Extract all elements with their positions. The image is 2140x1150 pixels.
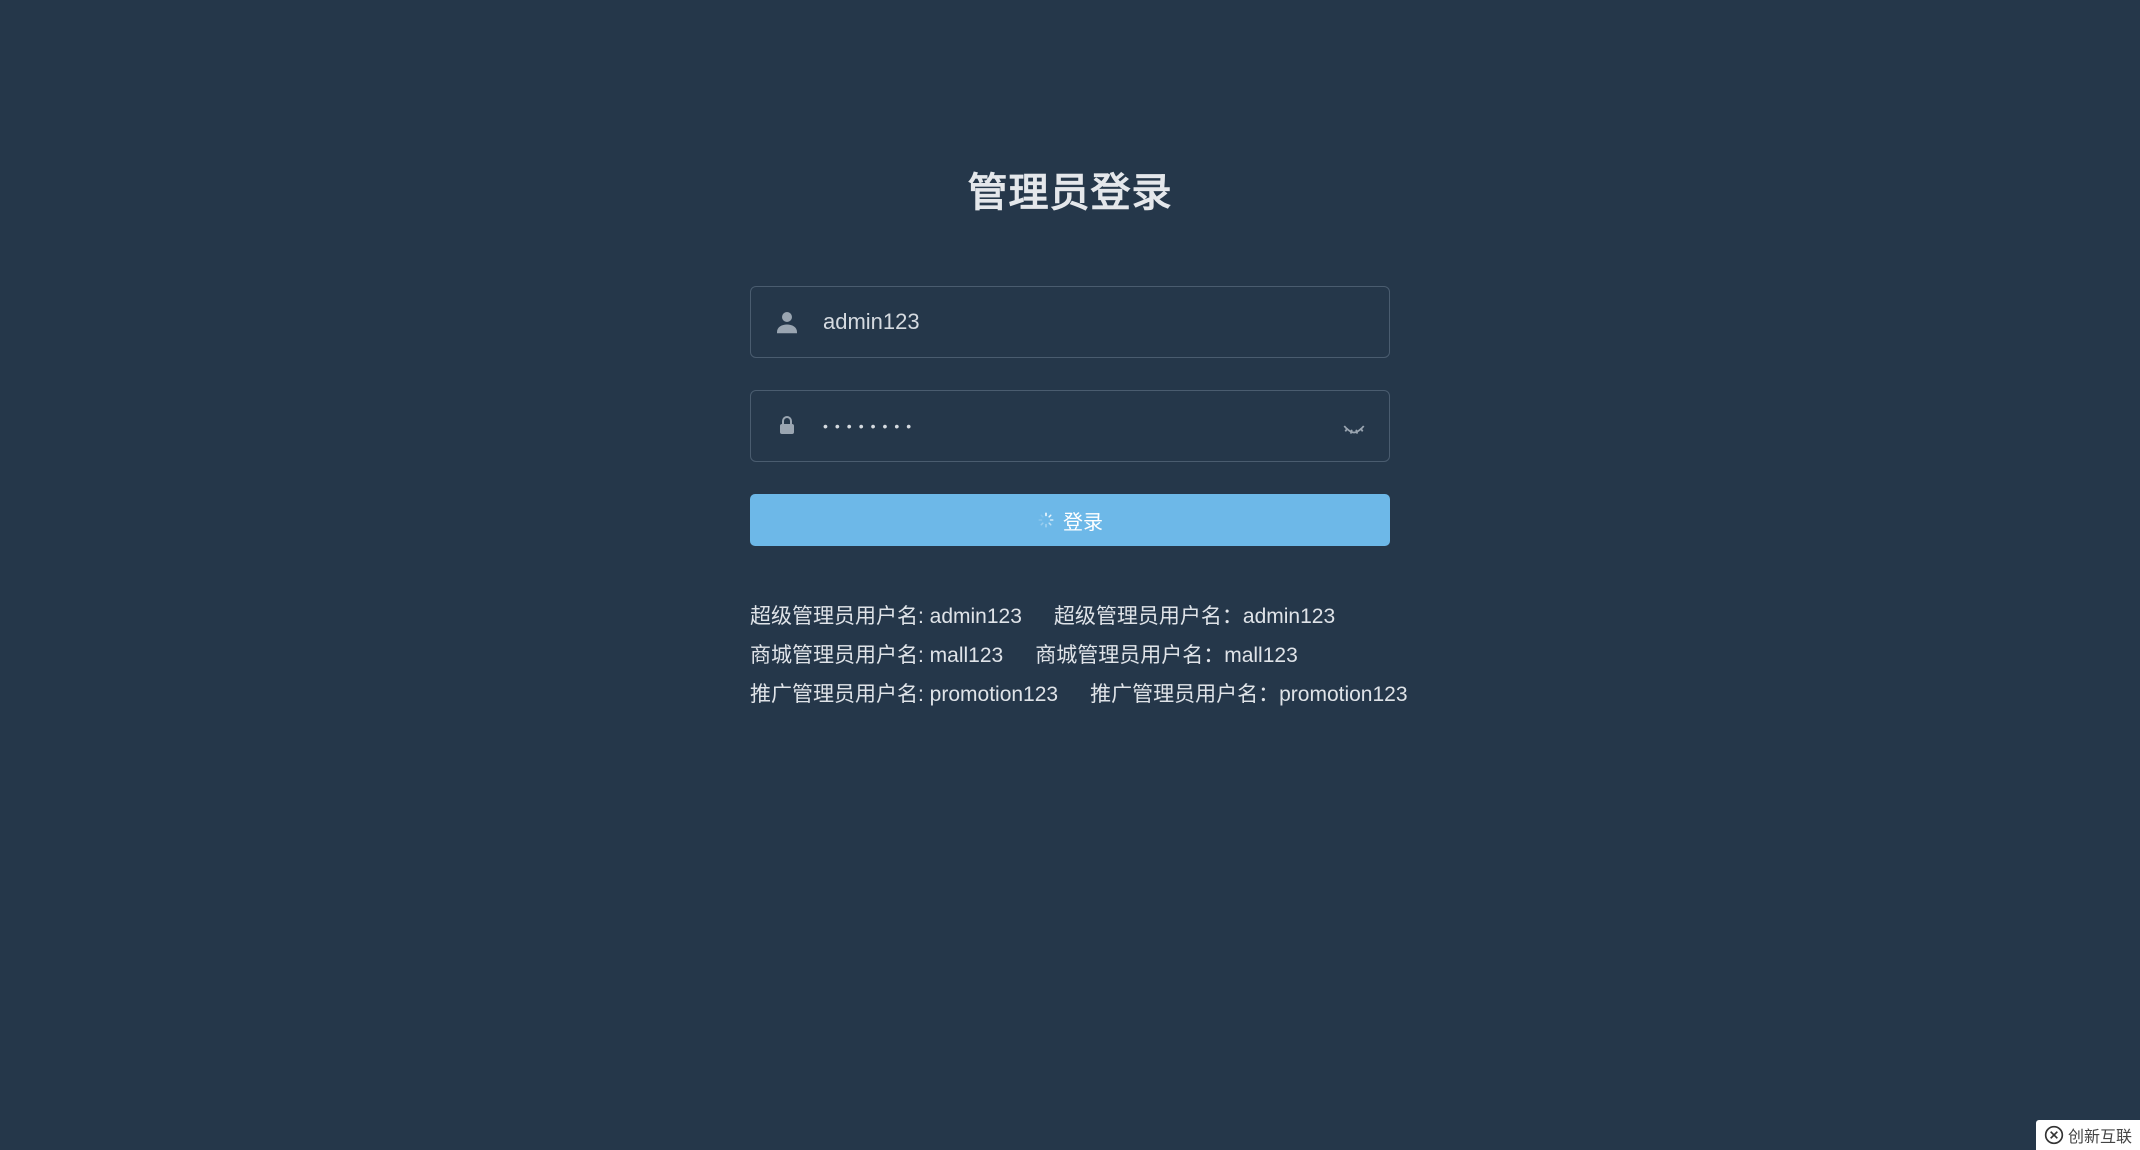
hint-item: 推广管理员用户名：promotion123 xyxy=(1090,676,1407,715)
hint-item: 超级管理员用户名: admin123 xyxy=(750,598,1022,637)
loading-spinner-icon xyxy=(1037,511,1055,529)
hint-row: 推广管理员用户名: promotion123 推广管理员用户名：promotio… xyxy=(750,676,1390,715)
hint-row: 超级管理员用户名: admin123 超级管理员用户名：admin123 xyxy=(750,598,1390,637)
login-button[interactable]: 登录 xyxy=(750,494,1390,546)
hint-item: 商城管理员用户名: mall123 xyxy=(750,637,1003,676)
username-input-wrapper xyxy=(750,286,1390,358)
login-title: 管理员登录 xyxy=(750,160,1390,218)
password-input[interactable] xyxy=(750,390,1390,462)
username-input[interactable] xyxy=(750,286,1390,358)
login-button-label: 登录 xyxy=(1063,506,1103,535)
hint-item: 推广管理员用户名: promotion123 xyxy=(750,676,1058,715)
lock-icon xyxy=(772,411,802,441)
hint-item: 商城管理员用户名：mall123 xyxy=(1035,637,1298,676)
eye-closed-icon[interactable] xyxy=(1340,412,1368,440)
hint-item: 超级管理员用户名：admin123 xyxy=(1054,598,1335,637)
watermark-logo-icon xyxy=(2044,1125,2064,1145)
password-input-wrapper xyxy=(750,390,1390,462)
user-icon xyxy=(772,307,802,337)
hint-row: 商城管理员用户名: mall123 商城管理员用户名：mall123 xyxy=(750,637,1390,676)
watermark-text: 创新互联 xyxy=(2068,1123,2132,1147)
credential-hints: 超级管理员用户名: admin123 超级管理员用户名：admin123 商城管… xyxy=(750,598,1390,715)
watermark-badge: 创新互联 xyxy=(2036,1120,2140,1150)
login-form: 管理员登录 xyxy=(750,160,1390,715)
